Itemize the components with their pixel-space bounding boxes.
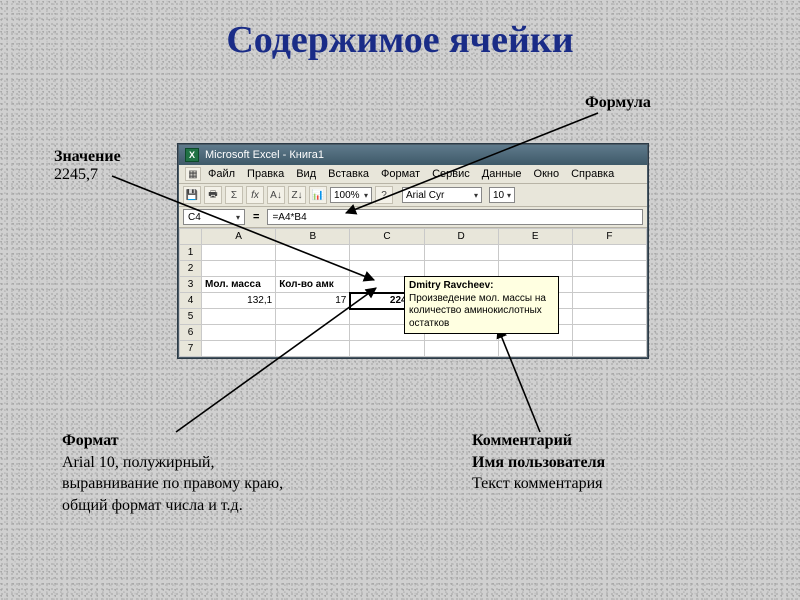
col-header-e[interactable]: E [498,229,572,245]
row-header-1[interactable]: 1 [180,245,202,261]
label-comment-title: Комментарий [472,432,572,449]
label-format: Формат Arial 10, полужирный, выравнивани… [62,430,283,516]
comment-text: Произведение мол. массы на количество ам… [409,293,546,329]
col-header-c[interactable]: C [350,229,424,245]
help-icon[interactable]: ? [375,186,393,204]
row-header-2[interactable]: 2 [180,261,202,277]
label-formula: Формула [585,94,651,112]
menu-window[interactable]: Окно [529,167,565,181]
col-header-f[interactable]: F [572,229,646,245]
menu-edit[interactable]: Правка [242,167,289,181]
menu-insert[interactable]: Вставка [323,167,374,181]
label-value: Значение 2245,7 [54,148,121,184]
cell-comment: Dmitry Ravcheev: Произведение мол. массы… [404,276,559,334]
sort-asc-icon[interactable]: A↓ [267,186,285,204]
label-format-body: Arial 10, полужирный, выравнивание по пр… [62,454,283,514]
zoom-select[interactable]: 100% ▾ [330,187,372,203]
label-comment: Комментарий Имя пользователя Текст комме… [472,430,605,495]
font-size-select[interactable]: 10 ▾ [489,187,515,203]
menu-help[interactable]: Справка [566,167,619,181]
chart-icon[interactable]: 📊 [309,186,327,204]
save-icon[interactable]: 💾 [183,186,201,204]
name-box-value: C4 [188,212,201,223]
titlebar[interactable]: X Microsoft Excel - Книга1 [179,145,647,165]
label-value-number: 2245,7 [54,166,98,183]
formula-bar[interactable]: =A4*B4 [267,209,643,225]
menu-file[interactable]: Файл [203,167,240,181]
font-size-value: 10 [493,190,504,201]
col-header-d[interactable]: D [424,229,498,245]
select-all-corner[interactable] [180,229,202,245]
cell-b4[interactable]: 17 [276,293,350,309]
label-comment-l1: Имя пользователя [472,454,605,471]
label-value-title: Значение [54,148,121,165]
chevron-down-icon: ▾ [474,191,478,200]
row-header-5[interactable]: 5 [180,309,202,325]
excel-window: X Microsoft Excel - Книга1 ▦ Файл Правка… [178,144,648,358]
row-header-7[interactable]: 7 [180,341,202,357]
print-icon[interactable]: 🖶 [204,186,222,204]
label-comment-l2: Текст комментария [472,475,603,492]
workbook-icon: ▦ [185,167,201,181]
label-format-title: Формат [62,432,119,449]
menu-data[interactable]: Данные [477,167,527,181]
chevron-down-icon: ▾ [236,213,240,222]
page-title: Содержимое ячейки [0,18,800,62]
row-header-6[interactable]: 6 [180,325,202,341]
excel-app-icon: X [185,148,199,162]
sort-desc-icon[interactable]: Z↓ [288,186,306,204]
equals-icon: = [249,211,263,223]
cell-a4[interactable]: 132,1 [202,293,276,309]
cell-b3[interactable]: Кол-во амк [276,277,350,293]
formula-row: C4 ▾ = =A4*B4 [179,207,647,228]
comment-author: Dmitry Ravcheev: [409,280,554,293]
zoom-value: 100% [334,190,360,201]
col-header-b[interactable]: B [276,229,350,245]
font-name-value: Arial Cyr [406,190,444,201]
name-box[interactable]: C4 ▾ [183,209,245,225]
toolbar: 💾 🖶 Σ fx A↓ Z↓ 📊 100% ▾ ? Arial Cyr ▾ 10… [179,184,647,207]
chevron-down-icon: ▾ [507,191,511,200]
sum-icon[interactable]: Σ [225,186,243,204]
row-header-3[interactable]: 3 [180,277,202,293]
chevron-down-icon: ▾ [364,191,368,200]
menu-view[interactable]: Вид [291,167,321,181]
fx-icon[interactable]: fx [246,186,264,204]
window-title: Microsoft Excel - Книга1 [205,149,324,161]
row-header-4[interactable]: 4 [180,293,202,309]
menu-format[interactable]: Формат [376,167,425,181]
font-name-select[interactable]: Arial Cyr ▾ [402,187,482,203]
cell-a3[interactable]: Мол. масса [202,277,276,293]
col-header-a[interactable]: A [202,229,276,245]
menu-bar: ▦ Файл Правка Вид Вставка Формат Сервис … [179,165,647,184]
menu-tools[interactable]: Сервис [427,167,475,181]
